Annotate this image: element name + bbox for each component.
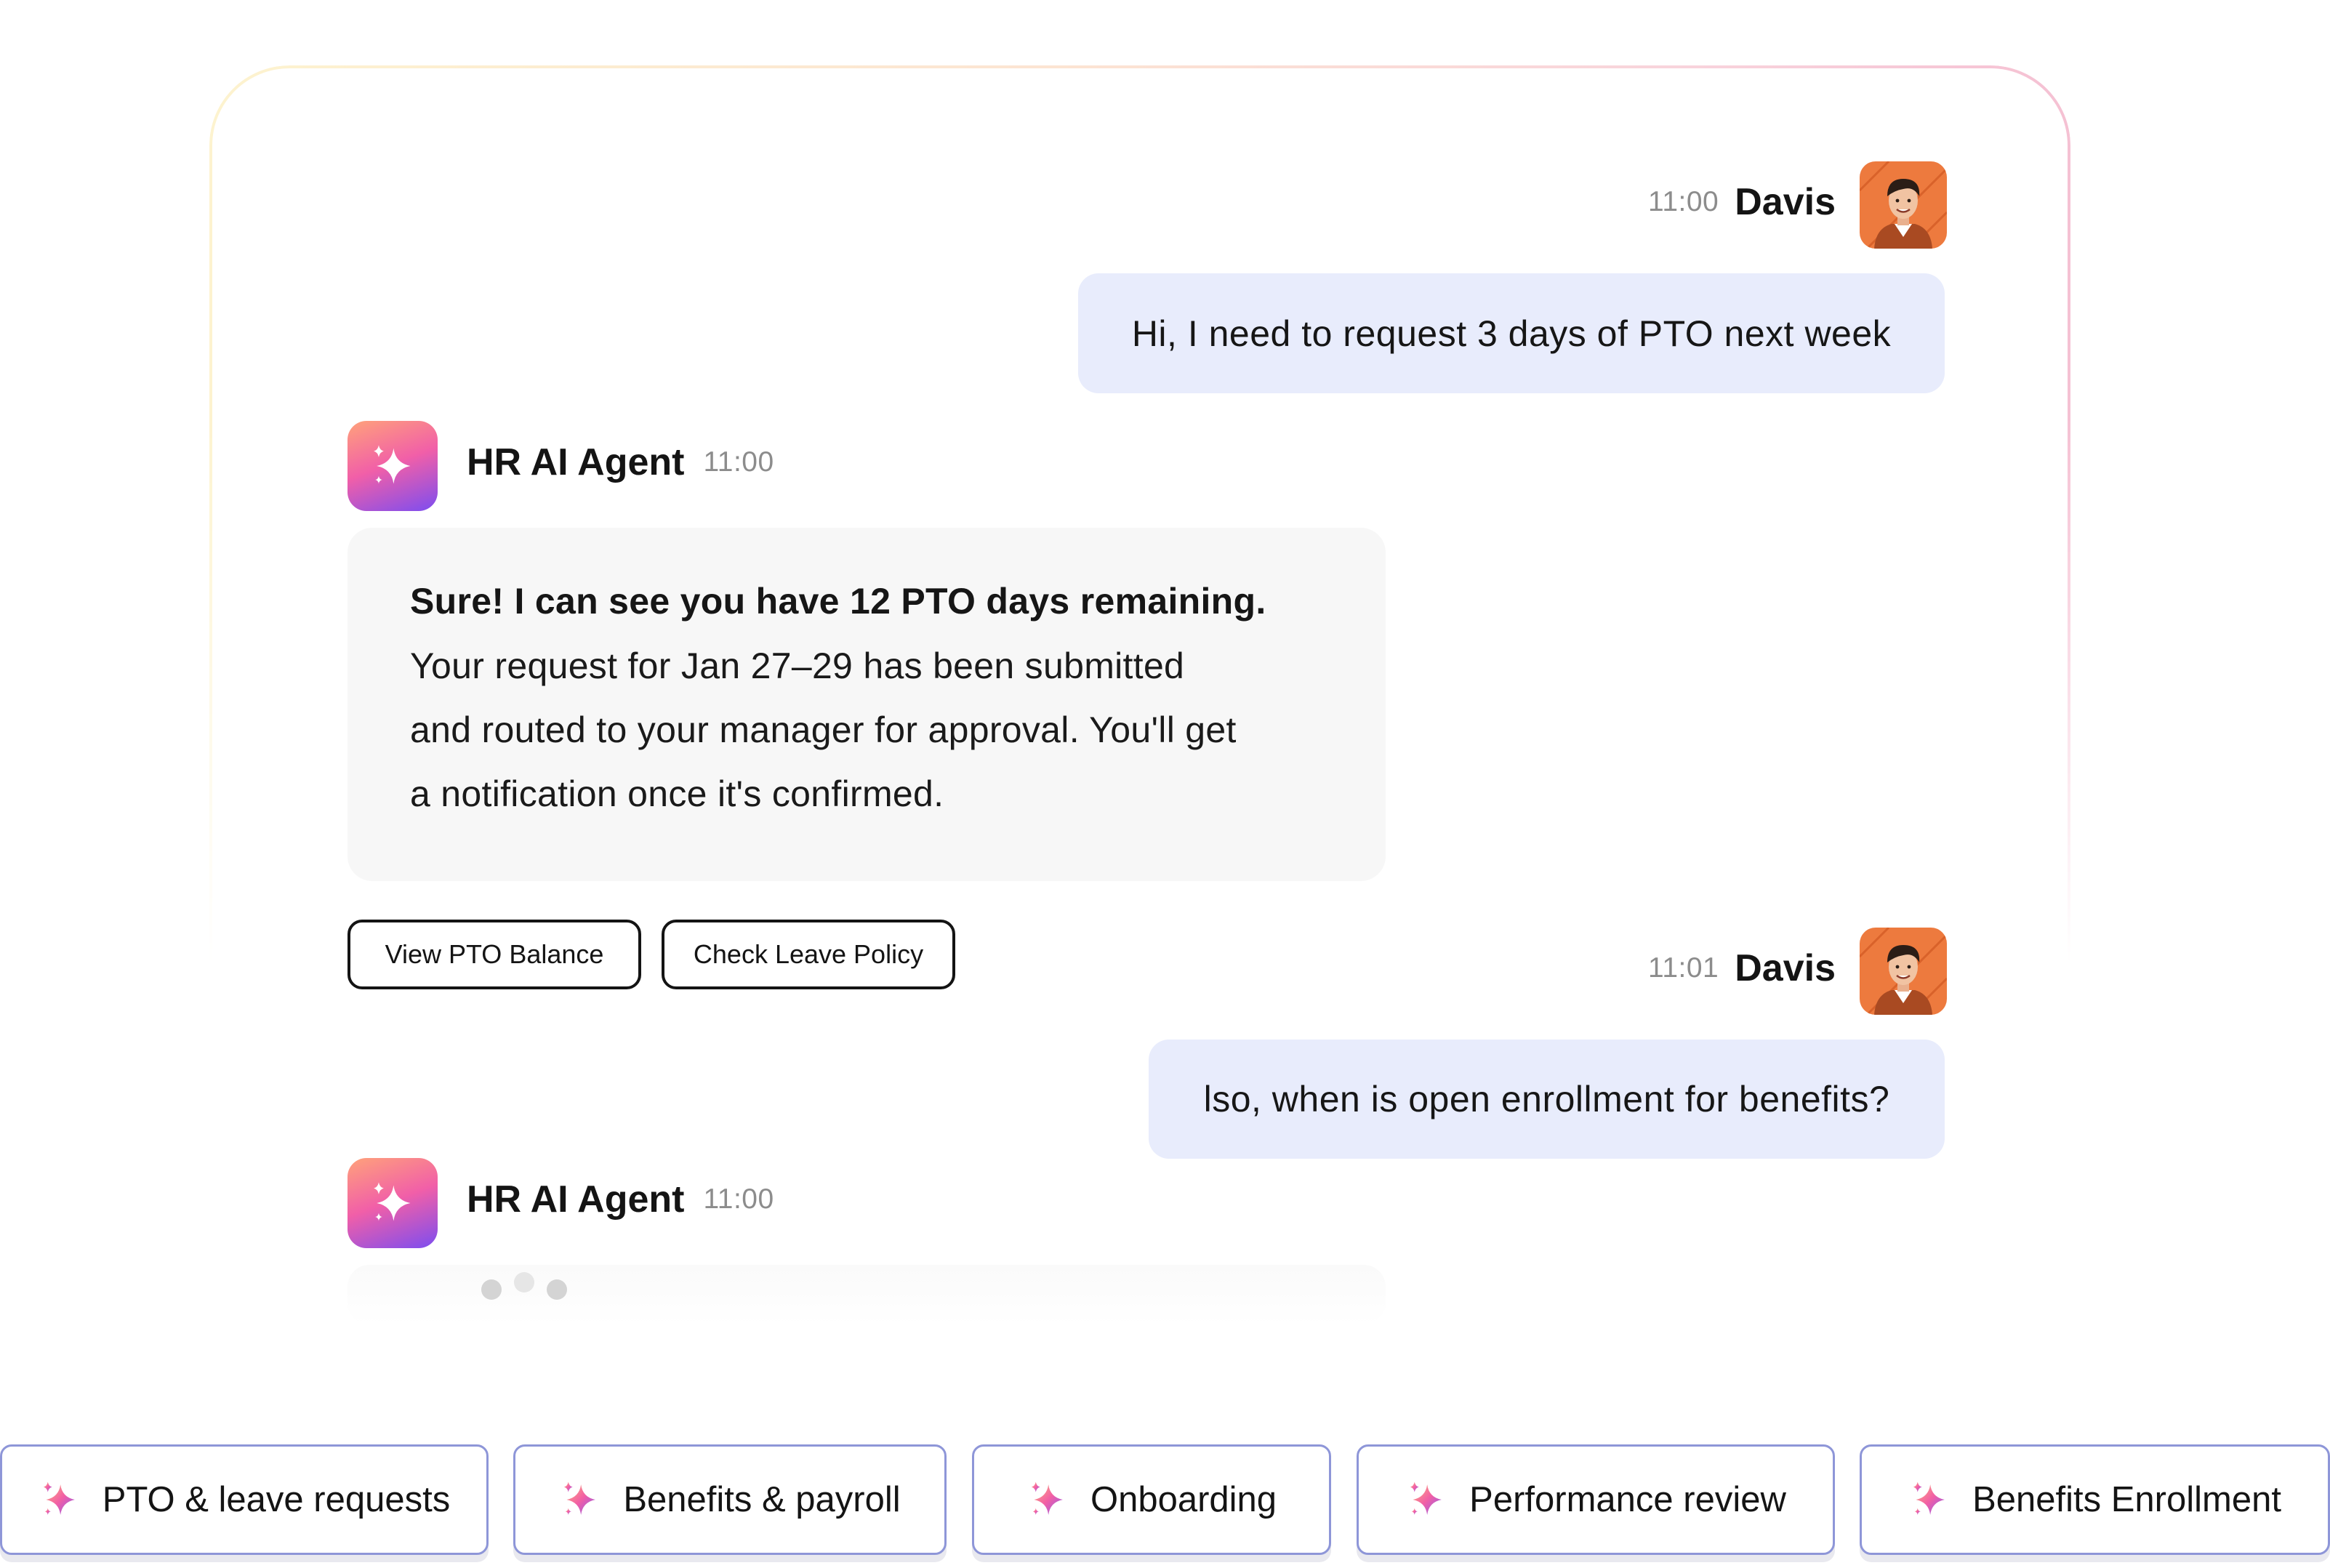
sparkle-icon	[1410, 1481, 1442, 1515]
suggestion-chip-label: Benefits & payroll	[623, 1480, 901, 1519]
message-time: 11:00	[703, 446, 774, 478]
suggestion-chip-label: Onboarding	[1090, 1480, 1277, 1519]
user-avatar[interactable]	[1860, 161, 1947, 249]
agent-message-line: a notification once it's confirmed.	[410, 773, 944, 814]
message-time: 11:00	[703, 1183, 774, 1215]
suggestion-chip-label: Benefits Enrollment	[1972, 1480, 2281, 1519]
agent-message-header: HR AI Agent 11:00	[467, 441, 774, 484]
sparkle-icon	[564, 1481, 596, 1515]
user-message-header: 11:00 Davis	[1648, 180, 1836, 224]
typing-dot	[481, 1279, 502, 1300]
user-message-bubble: Hi, I need to request 3 days of PTO next…	[1078, 273, 1945, 393]
suggestion-chip-label: PTO & leave requests	[102, 1480, 451, 1519]
agent-message-bubble: Sure! I can see you have 12 PTO days rem…	[348, 528, 1386, 881]
check-leave-policy-button[interactable]: Check Leave Policy	[662, 920, 955, 989]
sparkle-icon	[43, 1481, 75, 1515]
user-message-text: lso, when is open enrollment for benefit…	[1203, 1079, 1890, 1119]
sparkle-icon	[1031, 1481, 1063, 1515]
suggestion-chip-label: Performance review	[1469, 1480, 1786, 1519]
suggestion-chip-pto-leave[interactable]: PTO & leave requests	[0, 1444, 489, 1555]
message-time: 11:01	[1648, 952, 1719, 984]
sparkles-icon	[374, 445, 411, 484]
user-avatar[interactable]	[1860, 928, 1947, 1015]
sender-name: HR AI Agent	[467, 1178, 685, 1221]
agent-avatar	[348, 421, 438, 511]
sparkle-icon	[1913, 1481, 1945, 1515]
suggestion-chip-onboarding[interactable]: Onboarding	[972, 1444, 1331, 1555]
suggestion-chip-benefits-payroll[interactable]: Benefits & payroll	[513, 1444, 947, 1555]
user-message-text: Hi, I need to request 3 days of PTO next…	[1131, 313, 1892, 354]
agent-avatar	[348, 1158, 438, 1248]
sender-name: Davis	[1735, 947, 1836, 989]
suggestion-chip-benefits-enrollment[interactable]: Benefits Enrollment	[1860, 1444, 2330, 1555]
message-time: 11:00	[1648, 186, 1719, 217]
agent-message-header: HR AI Agent 11:00	[467, 1178, 774, 1221]
view-pto-balance-button[interactable]: View PTO Balance	[348, 920, 641, 989]
agent-message-line: Your request for Jan 27–29 has been subm…	[410, 646, 1185, 686]
typing-dot	[547, 1279, 567, 1300]
agent-message-line: and routed to your manager for approval.…	[410, 709, 1237, 750]
user-message-header: 11:01 Davis	[1648, 946, 1836, 990]
sender-name: HR AI Agent	[467, 441, 685, 483]
user-message-bubble: lso, when is open enrollment for benefit…	[1149, 1040, 1945, 1159]
suggestion-chip-performance-review[interactable]: Performance review	[1357, 1444, 1835, 1555]
sparkles-icon	[374, 1182, 411, 1221]
typing-dot	[514, 1272, 534, 1292]
agent-message-headline: Sure! I can see you have 12 PTO days rem…	[410, 581, 1266, 622]
typing-indicator	[348, 1265, 1386, 1324]
sender-name: Davis	[1735, 181, 1836, 223]
